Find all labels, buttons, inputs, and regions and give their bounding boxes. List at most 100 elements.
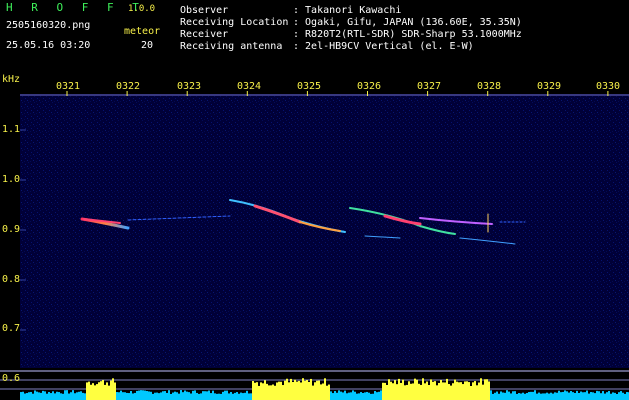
noise-bar [66, 390, 68, 400]
noise-bar [370, 393, 372, 400]
noise-bar [360, 392, 362, 400]
noise-bar [362, 392, 364, 400]
noise-bar [592, 392, 594, 400]
noise-bar [56, 391, 58, 400]
noise-bar [216, 393, 218, 400]
noise-bar [20, 392, 22, 400]
noise-bar [542, 393, 544, 400]
noise-bar [448, 384, 450, 400]
noise-bar [166, 392, 168, 400]
time-tick-label: 0322 [116, 81, 141, 92]
noise-bar [484, 379, 486, 400]
noise-bar [548, 393, 550, 400]
noise-bar [278, 381, 280, 400]
noise-bar [184, 390, 186, 400]
noise-bar [614, 392, 616, 400]
time-tick-label: 0327 [417, 81, 442, 92]
noise-bar [512, 391, 514, 400]
noise-bar [616, 393, 618, 400]
noise-bar [526, 392, 528, 400]
noise-bar [530, 391, 532, 400]
noise-bar [192, 390, 194, 400]
noise-bar [318, 380, 320, 400]
noise-bar [348, 392, 350, 400]
noise-bar [458, 382, 460, 400]
noise-bar [334, 391, 336, 400]
noise-bar [232, 393, 234, 400]
noise-bar [36, 391, 38, 400]
time-tick-label: 0325 [297, 81, 322, 92]
noise-bar [88, 381, 90, 400]
noise-bar [412, 383, 414, 400]
noise-bar [26, 393, 28, 400]
noise-bar [148, 391, 150, 400]
noise-bar [272, 384, 274, 400]
noise-bar [200, 393, 202, 400]
noise-bar [40, 392, 42, 400]
noise-bar [256, 382, 258, 400]
noise-bar [444, 382, 446, 400]
noise-bar [532, 391, 534, 400]
noise-bar [242, 393, 244, 400]
noise-bar [202, 391, 204, 400]
noise-bar [276, 382, 278, 400]
noise-bar [180, 390, 182, 400]
noise-bar [540, 393, 542, 400]
meteor-count: 20 [141, 40, 154, 51]
noise-bar [522, 392, 524, 400]
filename: 2505160320.png [6, 20, 91, 31]
noise-bar [596, 390, 598, 400]
noise-bar [96, 384, 98, 400]
noise-bar [610, 393, 612, 400]
noise-bar [450, 385, 452, 400]
noise-bar [468, 382, 470, 400]
noise-bar [38, 392, 40, 400]
noise-bar [486, 379, 488, 400]
noise-bar [364, 392, 366, 400]
noise-bar [470, 385, 472, 400]
noise-bar [102, 379, 104, 400]
noise-bar [584, 392, 586, 400]
noise-bar [60, 393, 62, 400]
noise-bar [314, 382, 316, 400]
noise-bar [246, 390, 248, 400]
noise-bar [206, 391, 208, 400]
time-tick-label: 0328 [477, 81, 502, 92]
noise-bar [320, 384, 322, 400]
noise-bar [250, 393, 252, 400]
noise-bar [218, 393, 220, 400]
noise-bar [252, 381, 254, 400]
datetime: 25.05.16 03:20 [6, 40, 91, 51]
noise-bar [418, 383, 420, 400]
noise-bar [64, 390, 66, 400]
observer-key: Observer [180, 5, 229, 16]
freq-tick-label: 0.7 [2, 323, 21, 334]
noise-bar [410, 383, 412, 400]
noise-bar [140, 390, 142, 400]
noise-bar [24, 393, 26, 400]
noise-bar [190, 393, 192, 400]
noise-bar [168, 390, 170, 400]
noise-bar [506, 390, 508, 400]
location-key: Receiving Location [180, 17, 289, 28]
noise-bar [296, 381, 298, 400]
version-label: 1.0.0 [128, 4, 156, 14]
noise-bar [342, 392, 344, 400]
location-value: : Ogaki, Gifu, JAPAN (136.60E, 35.35N) [293, 17, 522, 28]
noise-bar [248, 393, 250, 400]
noise-bar [382, 382, 384, 400]
noise-bar [546, 392, 548, 400]
noise-bar [574, 392, 576, 400]
noise-bar [158, 393, 160, 400]
noise-bar [386, 384, 388, 400]
noise-bar [608, 390, 610, 400]
noise-bar [78, 391, 80, 400]
meteor-label: meteor [124, 26, 161, 37]
noise-bar [432, 381, 434, 400]
noise-bar [146, 391, 148, 400]
noise-bar [518, 393, 520, 400]
noise-bar [310, 378, 312, 400]
noise-bar [590, 392, 592, 400]
noise-bar [90, 384, 92, 400]
noise-bar [118, 392, 120, 400]
